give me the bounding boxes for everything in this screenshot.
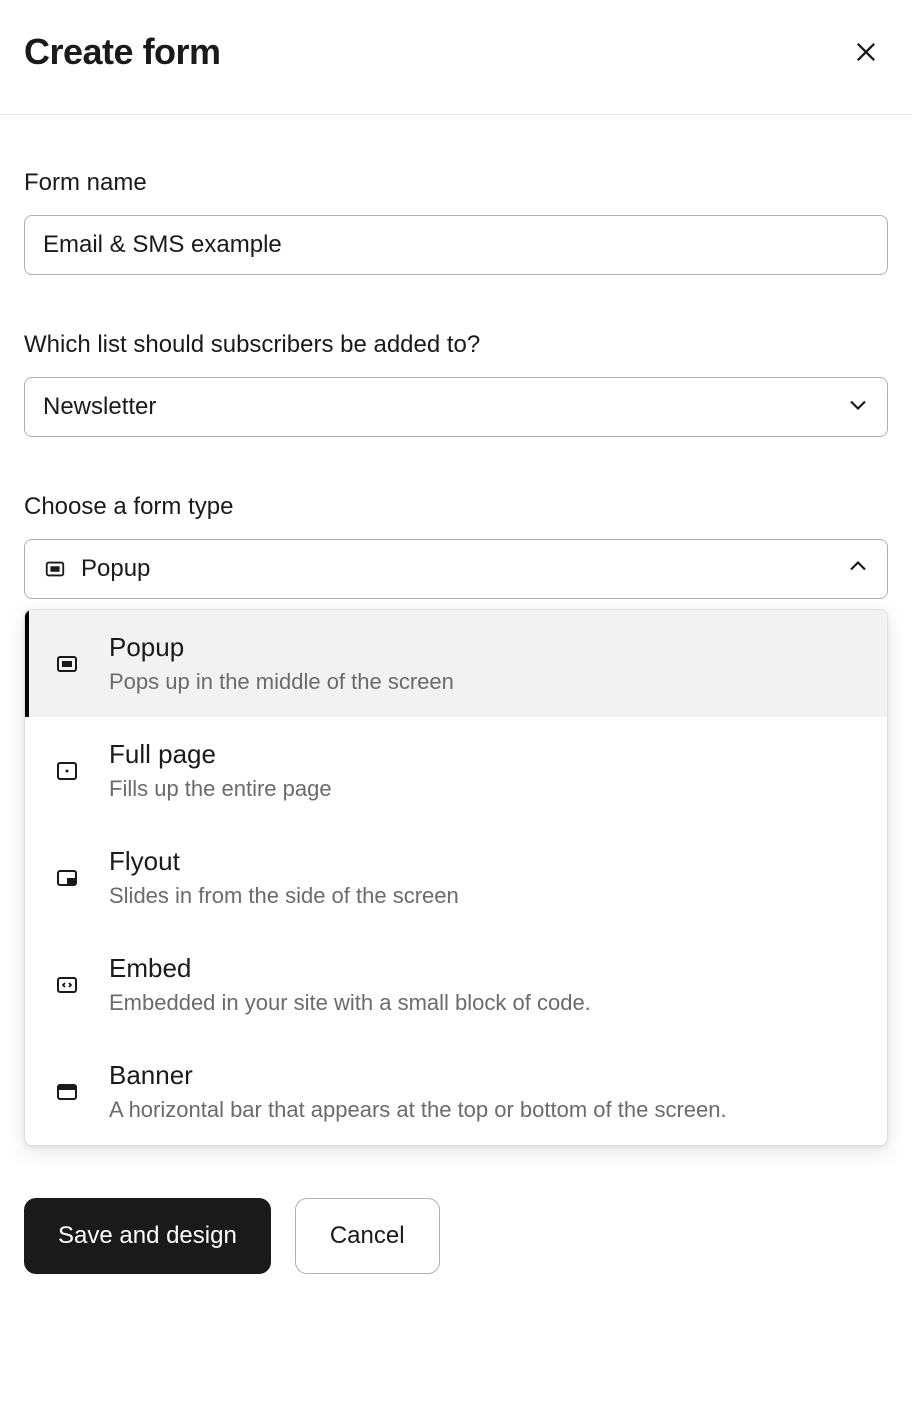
option-embed[interactable]: Embed Embedded in your site with a small…: [25, 931, 887, 1038]
popup-icon: [43, 557, 67, 581]
option-flyout[interactable]: Flyout Slides in from the side of the sc…: [25, 824, 887, 931]
cancel-button[interactable]: Cancel: [295, 1198, 440, 1274]
option-desc: Fills up the entire page: [109, 776, 332, 802]
save-button[interactable]: Save and design: [24, 1198, 271, 1274]
modal-footer: Save and design Cancel: [0, 1170, 912, 1310]
form-type-value: Popup: [81, 555, 150, 583]
option-desc: Embedded in your site with a small block…: [109, 990, 591, 1016]
modal-header: Create form: [0, 0, 912, 115]
option-title: Flyout: [109, 846, 459, 877]
list-group: Which list should subscribers be added t…: [24, 331, 888, 437]
option-title: Popup: [109, 632, 454, 663]
option-popup[interactable]: Popup Pops up in the middle of the scree…: [25, 610, 887, 717]
list-label: Which list should subscribers be added t…: [24, 331, 888, 359]
option-text: Flyout Slides in from the side of the sc…: [109, 846, 459, 909]
option-title: Full page: [109, 739, 332, 770]
close-icon: [852, 38, 880, 66]
close-button[interactable]: [844, 30, 888, 74]
option-title: Banner: [109, 1060, 727, 1091]
option-desc: A horizontal bar that appears at the top…: [109, 1097, 727, 1123]
modal-title: Create form: [24, 31, 221, 73]
list-select[interactable]: Newsletter: [24, 377, 888, 437]
embed-icon: [53, 971, 81, 999]
modal-content: Form name Which list should subscribers …: [0, 115, 912, 1170]
option-text: Banner A horizontal bar that appears at …: [109, 1060, 727, 1123]
form-name-label: Form name: [24, 169, 888, 197]
popup-icon: [53, 650, 81, 678]
flyout-icon: [53, 864, 81, 892]
fullscreen-icon: [53, 757, 81, 785]
option-desc: Pops up in the middle of the screen: [109, 669, 454, 695]
form-type-label: Choose a form type: [24, 493, 888, 521]
option-full-page[interactable]: Full page Fills up the entire page: [25, 717, 887, 824]
form-type-select[interactable]: Popup: [24, 539, 888, 599]
list-select-value: Newsletter: [43, 393, 156, 421]
form-type-dropdown: Popup Pops up in the middle of the scree…: [24, 609, 888, 1146]
option-banner[interactable]: Banner A horizontal bar that appears at …: [25, 1038, 887, 1145]
option-desc: Slides in from the side of the screen: [109, 883, 459, 909]
form-name-input[interactable]: [24, 215, 888, 275]
option-text: Embed Embedded in your site with a small…: [109, 953, 591, 1016]
form-type-group: Choose a form type Popup: [24, 493, 888, 1146]
banner-icon: [53, 1078, 81, 1106]
list-select-wrap: Newsletter: [24, 377, 888, 437]
form-name-group: Form name: [24, 169, 888, 275]
option-title: Embed: [109, 953, 591, 984]
option-text: Full page Fills up the entire page: [109, 739, 332, 802]
option-text: Popup Pops up in the middle of the scree…: [109, 632, 454, 695]
form-type-select-wrap: Popup: [24, 539, 888, 599]
